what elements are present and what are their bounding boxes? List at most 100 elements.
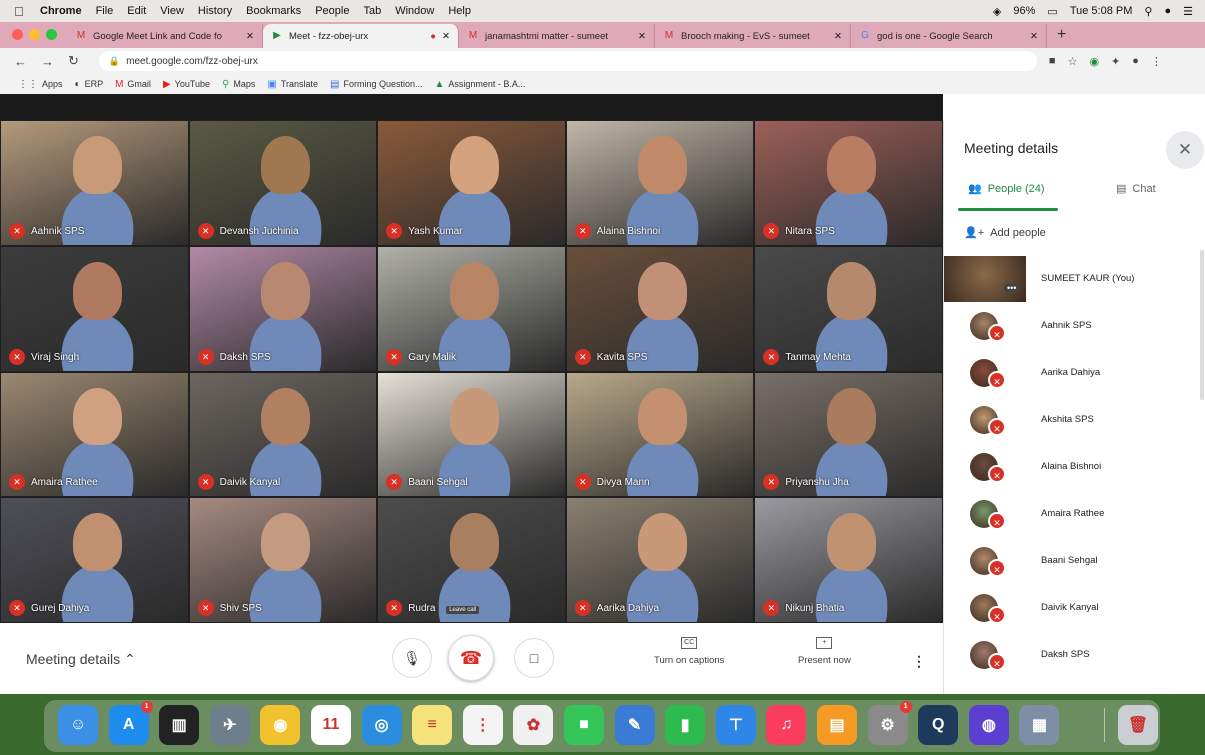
notes-icon[interactable]: ≡ [412,705,453,745]
bookmark-erp[interactable]: ◐ ERP [75,79,104,90]
participant-tile[interactable]: ✕ Yash Kumar [377,120,566,246]
facetime-icon[interactable]: ■ [564,705,604,745]
trash-icon[interactable]: 🗑 [1118,705,1158,745]
music-icon[interactable]: ♫ [766,705,807,745]
address-bar[interactable]: 🔒 meet.google.com/fzz-obej-urx [98,51,1037,71]
bookmark-youtube[interactable]: ▶ YouTube [163,79,210,90]
camera-indicator-icon[interactable]: ■ [1049,55,1056,68]
participant-tile[interactable]: ✕ Daksh SPS [188,245,378,372]
forward-icon[interactable]: → [41,54,54,69]
menu-file[interactable]: File [96,5,114,17]
tab-meet[interactable]: ▶ Meet - fzz-obej-urx ● ✕ [263,24,459,48]
finder-icon[interactable]: ☺ [58,705,98,745]
launchpad-icon[interactable]: ✈ [209,705,250,745]
piano-app-icon[interactable]: ▥ [159,705,200,745]
numbers-icon[interactable]: ▮ [665,705,706,745]
menu-window[interactable]: Window [395,5,434,17]
participant-list-scrollbar[interactable] [1200,250,1204,400]
participant-tile[interactable]: ✕ Aahnik SPS [0,120,189,246]
zoom-window-button[interactable] [46,29,57,40]
close-tab-icon[interactable]: ✕ [834,31,842,42]
chrome-menu-icon[interactable]: ⋮ [1151,55,1162,68]
add-people-button[interactable]: 👤+ Add people [964,226,1046,240]
menu-help[interactable]: Help [448,5,471,17]
bookmark-gmail[interactable]: M Gmail [115,79,151,90]
participant-tile[interactable]: ✕ Gurej Dahiya [0,497,189,623]
participant-tile[interactable]: ✕ Daivik Kanyal [188,371,378,498]
bookmark-maps[interactable]: ⚲ Maps [222,79,255,90]
profile-avatar[interactable]: ● [1132,55,1139,68]
participant-list-item[interactable]: ✕ Daksh SPS [944,631,1205,678]
more-options-icon[interactable]: ⋮ [912,653,926,670]
spotlight-search-icon[interactable]: ⚲ [1144,5,1152,18]
participant-list-item[interactable]: ✕ Daivik Kanyal [944,584,1205,631]
tab-chat[interactable]: ▤ Chat [1116,182,1156,196]
menu-history[interactable]: History [198,5,232,17]
tab-google-meet-link[interactable]: M Google Meet Link and Code fo ✕ [67,24,263,48]
preview-icon[interactable]: ✎ [614,705,655,745]
reminders-icon[interactable]: ⋮ [462,705,503,745]
close-window-button[interactable] [12,29,23,40]
participant-tile[interactable]: ✕ Gary Malik [377,245,566,372]
participant-list-item[interactable]: ••• SUMEET KAUR (You) [944,255,1205,302]
menu-people[interactable]: People [315,5,349,17]
photos-icon[interactable]: ✿ [513,705,554,745]
more-options-icon[interactable]: ••• [1004,283,1020,293]
bookmark-translate[interactable]: ▣ Translate [267,79,318,90]
quicktime-icon[interactable]: Q [918,705,959,745]
close-tab-icon[interactable]: ✕ [1030,31,1038,42]
participant-tile[interactable]: ✕ Alaina Bishnoi [565,120,755,246]
participant-tile[interactable]: ✕ Viraj Singh [0,245,189,372]
participant-tile[interactable]: ✕ Rudra Leave call [377,497,566,623]
participant-list-item[interactable]: ✕ Amaira Rathee [944,490,1205,537]
tab-google-search[interactable]: G god is one - Google Search ✕ [851,24,1047,48]
user-icon[interactable]: ● [1164,5,1171,17]
extension-icon[interactable]: ◉ [1089,55,1099,68]
new-tab-button[interactable]: + [1047,26,1076,48]
participant-tile[interactable]: ✕ Nikunj Bhatia [754,497,943,623]
participant-tile[interactable]: ✕ Baani Sehgal [377,371,566,498]
clock[interactable]: Tue 5:08 PM [1070,5,1133,17]
bookmark-assignment[interactable]: ▲ Assignment - B.A... [434,79,525,90]
apple-menu-icon[interactable]:  [14,4,28,19]
participant-tile[interactable]: ✕ Tanmay Mehta [754,245,943,372]
microphone-button[interactable]: 🎙 [392,638,432,678]
participant-list-item[interactable]: ✕ Akshita SPS [944,396,1205,443]
close-panel-button[interactable]: ✕ [1166,131,1204,169]
participant-tile[interactable]: ✕ Priyanshu Jha [754,371,943,498]
menu-view[interactable]: View [160,5,184,17]
bookmark-apps[interactable]: ⋮⋮ Apps [18,79,63,90]
bookmark-star-icon[interactable]: ☆ [1068,55,1078,68]
chrome-icon[interactable]: ◉ [260,705,301,745]
participant-list-item[interactable]: ✕ Aahnik SPS [944,302,1205,349]
participant-tile[interactable]: ✕ Nitara SPS [754,120,943,246]
close-tab-icon[interactable]: ✕ [638,31,646,42]
back-icon[interactable]: ← [14,54,27,69]
leave-call-button[interactable]: ☎ [448,635,494,681]
menu-edit[interactable]: Edit [127,5,146,17]
safari-icon[interactable]: ◎ [361,705,402,745]
menu-app-name[interactable]: Chrome [40,5,82,17]
participant-tile[interactable]: ✕ Devansh Juchinia [188,120,378,246]
participant-tile[interactable]: ✕ Shiv SPS [188,497,378,623]
lock-icon[interactable]: 🔒 [109,56,120,67]
participant-tile[interactable]: ✕ Kavita SPS [565,245,755,372]
tab-brooch-making[interactable]: M Brooch making - EvS - sumeet ✕ [655,24,851,48]
siri-icon[interactable]: ◍ [968,705,1009,745]
wifi-icon[interactable]: ◈ [993,5,1001,18]
participant-list-item[interactable]: ✕ Alaina Bishnoi [944,443,1205,490]
participant-tile[interactable]: ✕ Amaira Rathee [0,371,189,498]
reload-icon[interactable]: ↻ [68,53,79,69]
bookmark-forming-questions[interactable]: ▤ Forming Question... [330,79,422,90]
tab-janamashtmi-matter[interactable]: M janamashtmi matter - sumeet ✕ [459,24,655,48]
books-icon[interactable]: ▤ [817,705,857,745]
minimize-window-button[interactable] [29,29,40,40]
control-center-icon[interactable]: ☰ [1183,5,1193,18]
close-tab-icon[interactable]: ✕ [442,31,450,42]
present-now-button[interactable]: + Present now [798,637,851,666]
camera-button[interactable]: □ [514,638,554,678]
app-store-icon[interactable]: A1 [108,701,153,745]
meeting-details-toggle[interactable]: Meeting details ⌃ [26,651,136,668]
menu-tab[interactable]: Tab [363,5,381,17]
image-capture-icon[interactable]: ▦ [1019,705,1060,745]
